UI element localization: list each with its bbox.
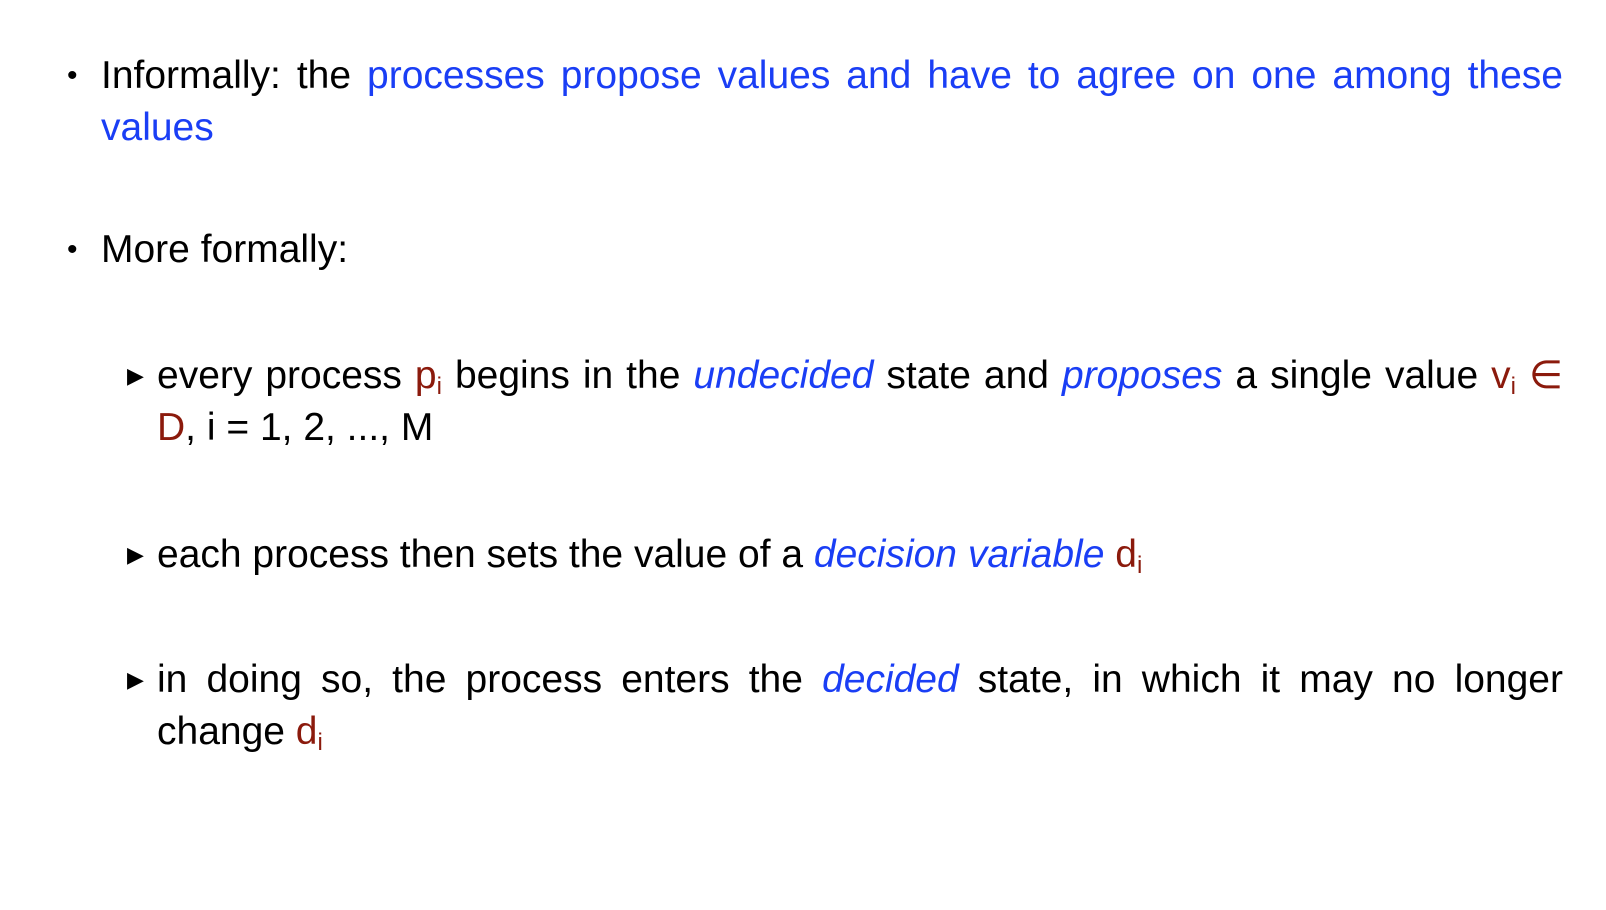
bullet-dot-icon: • — [67, 59, 78, 92]
variable-name: v — [1491, 354, 1511, 397]
more-formally-text: More formally: — [101, 228, 349, 271]
slide: • Informally: the processes propose valu… — [0, 0, 1606, 910]
variable-name: d — [295, 710, 318, 753]
decision-variable: di — [1104, 533, 1143, 579]
variable-name: p — [414, 354, 437, 397]
emphasis-proposes: proposes — [1061, 354, 1223, 397]
text-segment: state and — [873, 354, 1062, 397]
bullet-dot-icon: • — [67, 233, 78, 266]
process-variable: pi — [414, 354, 442, 399]
variable-subscript: i — [1136, 552, 1143, 579]
text-segment: in doing so, the process enters the — [157, 658, 823, 701]
triangle-bullet-icon: ▶ — [127, 667, 144, 692]
emphasis-decision-variable: decision variable — [813, 533, 1105, 576]
emphasis-undecided: undecided — [693, 354, 874, 397]
bullet-more-formally: • More formally: — [67, 224, 1563, 276]
emphasis-decided: decided — [822, 658, 959, 701]
text-segment: begins in the — [441, 354, 694, 397]
triangle-bullet-icon: ▶ — [127, 363, 144, 388]
variable-name: d — [1104, 533, 1137, 576]
variable-subscript: i — [317, 729, 323, 756]
subbullet-decided-state: ▶ in doing so, the process enters the de… — [127, 654, 1563, 758]
triangle-bullet-icon: ▶ — [127, 542, 144, 567]
text-segment: a single value — [1222, 354, 1492, 397]
text-segment: every process — [157, 354, 415, 397]
subbullet-decision-variable: ▶ each process then sets the value of a … — [127, 529, 1563, 581]
text-segment: each process then sets the value of a — [157, 533, 814, 576]
informally-prefix: Informally: the — [101, 54, 368, 97]
decision-variable: di — [295, 710, 323, 756]
bullet-informally: • Informally: the processes propose valu… — [67, 50, 1563, 154]
subbullet-every-process: ▶ every process pi begins in the undecid… — [127, 350, 1563, 454]
text-segment: , i = 1, 2, ..., M — [185, 406, 434, 449]
